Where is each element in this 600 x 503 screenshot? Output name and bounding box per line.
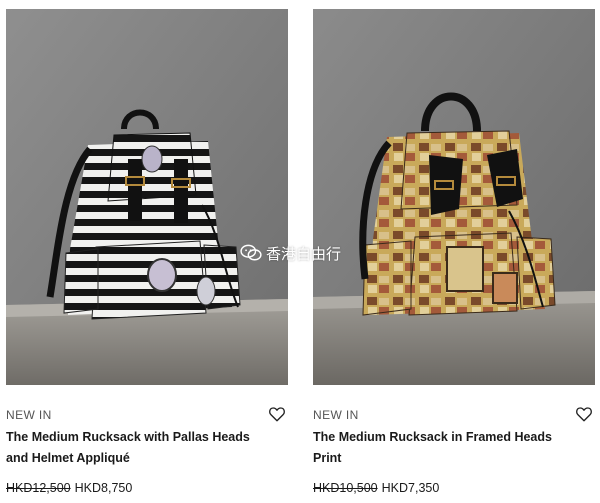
heart-icon[interactable] xyxy=(268,405,286,423)
product-price: HKD10,500 HKD7,350 xyxy=(313,481,439,495)
wechat-icon xyxy=(240,244,262,261)
watermark: 香港自由行 xyxy=(240,243,341,263)
sale-price: HKD7,350 xyxy=(381,481,440,495)
sale-price: HKD8,750 xyxy=(74,481,133,495)
product-image[interactable] xyxy=(6,9,288,385)
original-price: HKD10,500 xyxy=(313,481,378,495)
product-price: HKD12,500 HKD8,750 xyxy=(6,481,132,495)
watermark-text: 香港自由行 xyxy=(266,244,342,263)
product-title-link[interactable]: The Medium Rucksack in Framed Heads Prin… xyxy=(313,430,552,465)
product-image[interactable] xyxy=(313,9,595,385)
product-title-link[interactable]: The Medium Rucksack with Pallas Heads an… xyxy=(6,430,250,465)
product-title[interactable]: The Medium Rucksack with Pallas Heads an… xyxy=(6,427,268,469)
original-price: HKD12,500 xyxy=(6,481,71,495)
heart-icon[interactable] xyxy=(575,405,593,423)
new-in-badge: NEW IN xyxy=(313,408,359,422)
product-title[interactable]: The Medium Rucksack in Framed Heads Prin… xyxy=(313,427,575,469)
product-card[interactable]: NEW IN The Medium Rucksack in Framed Hea… xyxy=(313,0,595,503)
new-in-badge: NEW IN xyxy=(6,408,52,422)
